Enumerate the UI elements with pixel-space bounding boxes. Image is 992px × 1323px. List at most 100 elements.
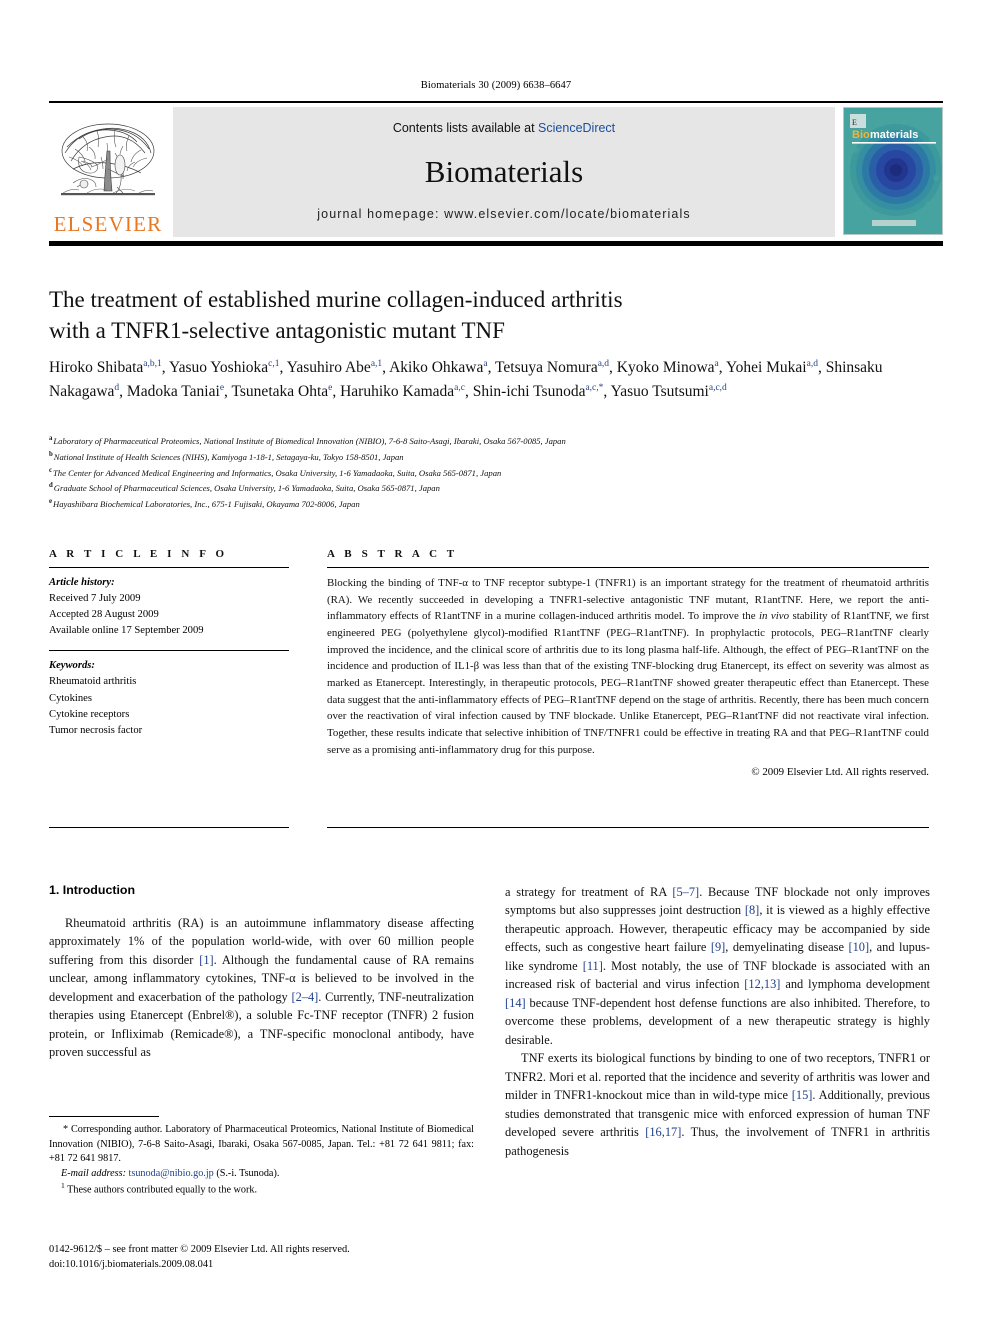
abstract-copyright: © 2009 Elsevier Ltd. All rights reserved…	[751, 766, 929, 779]
history-received: Received 7 July 2009	[49, 593, 141, 605]
citation-link[interactable]: [8]	[745, 903, 759, 917]
masthead-bottom-rule	[49, 241, 943, 246]
footnote-marker: 1	[61, 1181, 65, 1191]
title-line-1: The treatment of established murine coll…	[49, 287, 623, 312]
abstract-italic-term: in vivo	[758, 610, 790, 623]
author-name: Tetsuya Nomura	[495, 359, 598, 376]
equal-contribution-text: These authors contributed equally to the…	[67, 1184, 258, 1196]
journal-homepage-line[interactable]: journal homepage: www.elsevier.com/locat…	[317, 207, 690, 221]
affiliation-marker: d	[49, 482, 53, 490]
affiliation-text: Graduate School of Pharmaceutical Scienc…	[53, 483, 440, 494]
author-name: Yohei Mukai	[725, 359, 807, 376]
email-label: E-mail address:	[61, 1167, 126, 1179]
info-bottom-rule	[49, 827, 289, 828]
affiliation-marker: c	[49, 466, 53, 474]
article-info-block: A R T I C L E I N F O Article history: R…	[49, 548, 289, 739]
equal-contribution-note: 1 These authors contributed equally to t…	[49, 1181, 474, 1198]
abstract-block: A B S T R A C T Blocking the binding of …	[327, 548, 929, 778]
author-affiliation-marker: a,d	[597, 358, 610, 369]
author-affiliation-marker: a	[483, 358, 488, 369]
author-affiliation-marker: a,1	[370, 358, 383, 369]
keyword-item: Rheumatoid arthritis	[49, 676, 137, 688]
author-name: Haruhiko Kamada	[340, 382, 455, 400]
contents-prefix: Contents lists available at	[392, 121, 539, 135]
contents-available-line: Contents lists available at ScienceDirec…	[393, 121, 615, 135]
intro-paragraph-right-2: TNF exerts its biological functions by b…	[505, 1051, 931, 1158]
body-column-left: 1. Introduction Rheumatoid arthritis (RA…	[49, 883, 474, 1062]
masthead-center-panel: Contents lists available at ScienceDirec…	[173, 107, 835, 237]
affiliation-marker: b	[49, 450, 53, 458]
citation-link[interactable]: [12,13]	[744, 977, 780, 991]
keyword-item: Cytokine receptors	[49, 708, 130, 720]
author-affiliation-marker: a,c	[454, 382, 465, 393]
body-column-right: a strategy for treatment of RA [5–7]. Be…	[505, 883, 930, 1160]
abstract-heading: A B S T R A C T	[327, 548, 458, 560]
author-name: Kyoko Minowa	[616, 359, 715, 376]
author-affiliation-marker: a,d	[806, 358, 818, 369]
doi-line[interactable]: doi:10.1016/j.biomaterials.2009.08.041	[49, 1258, 509, 1273]
author-name: Hiroko Shibata	[49, 359, 144, 376]
citation-link[interactable]: [14]	[505, 996, 526, 1010]
author-affiliation-marker: a,c,*	[585, 382, 604, 393]
page-title: The treatment of established murine coll…	[49, 285, 909, 346]
email-owner: (S.-i. Tsunoda).	[216, 1167, 280, 1179]
svg-text:E: E	[852, 118, 857, 127]
affiliation-marker: e	[49, 498, 53, 506]
affiliation-list: aLaboratory of Pharmaceutical Proteomics…	[49, 433, 929, 512]
author-name: Yasuhiro Abe	[286, 359, 371, 376]
affiliation-item: eHayashibara Biochemical Laboratories, I…	[49, 496, 929, 512]
title-line-2: with a TNFR1-selective antagonistic muta…	[49, 317, 505, 343]
affiliation-text: Laboratory of Pharmaceutical Proteomics,…	[53, 435, 566, 446]
author-affiliation-marker: e	[328, 382, 333, 393]
intro-paragraph-left: Rheumatoid arthritis (RA) is an autoimmu…	[49, 916, 474, 1060]
elsevier-logo: ELSEVIER	[49, 107, 167, 237]
affiliation-text: National Institute of Health Sciences (N…	[53, 451, 404, 462]
citation-link[interactable]: [9]	[711, 940, 725, 954]
citation-link[interactable]: [15]	[792, 1088, 813, 1102]
affiliation-item: dGraduate School of Pharmaceutical Scien…	[49, 480, 929, 496]
article-info-heading: A R T I C L E I N F O	[49, 548, 228, 560]
citation-link[interactable]: [5–7]	[672, 885, 699, 899]
keyword-item: Cytokines	[49, 692, 92, 704]
author-affiliation-marker: e	[219, 382, 225, 393]
affiliation-item: cThe Center for Advanced Medical Enginee…	[49, 465, 929, 481]
section-heading-introduction: 1. Introduction	[49, 883, 136, 897]
journal-cover-thumbnail: E Bio materials	[843, 107, 943, 235]
issn-front-matter: 0142-9612/$ – see front matter © 2009 El…	[49, 1244, 350, 1255]
author-affiliation-marker: a	[714, 358, 719, 369]
running-head: Biomaterials 30 (2009) 6638–6647	[420, 80, 572, 91]
author-name: Madoka Taniai	[126, 382, 220, 400]
author-name: Tsunetaka Ohta	[231, 382, 329, 400]
affiliation-marker: a	[49, 435, 53, 442]
svg-text:materials: materials	[870, 129, 918, 141]
author-name: Akiko Ohkawa	[389, 359, 484, 376]
imprint-block: 0142-9612/$ – see front matter © 2009 El…	[49, 1243, 509, 1273]
keyword-item: Tumor necrosis factor	[49, 724, 143, 736]
author-affiliation-marker: a,b,1	[143, 358, 162, 369]
affiliation-item: bNational Institute of Health Sciences (…	[49, 449, 929, 465]
author-list: Hiroko Shibataa,b,1, Yasuo Yoshiokac,1, …	[49, 358, 883, 400]
citation-link[interactable]: [16,17]	[645, 1125, 681, 1139]
citation-link[interactable]: [2–4]	[291, 990, 318, 1004]
sciencedirect-link[interactable]: ScienceDirect	[538, 121, 615, 135]
email-note: E-mail address: tsunoda@nibio.go.jp (S.-…	[49, 1167, 474, 1182]
journal-title: Biomaterials	[424, 153, 584, 189]
intro-paragraph-right-1: a strategy for treatment of RA [5–7]. Be…	[505, 885, 930, 1047]
author-affiliation-marker: d	[114, 382, 120, 393]
footnote-rule	[49, 1116, 159, 1117]
citation-link[interactable]: [10]	[848, 940, 869, 954]
affiliation-text: Hayashibara Biochemical Laboratories, In…	[53, 498, 360, 509]
email-address-link[interactable]: tsunoda@nibio.go.jp	[129, 1168, 214, 1179]
history-available-online: Available online 17 September 2009	[49, 625, 204, 637]
author-name: Yasuo Tsutsumi	[610, 382, 709, 400]
author-affiliation-marker: c,1	[268, 358, 280, 369]
citation-link[interactable]: [1]	[199, 953, 213, 967]
affiliation-item: aLaboratory of Pharmaceutical Proteomics…	[49, 433, 929, 449]
citation-link[interactable]: [11]	[583, 959, 603, 973]
svg-text:Bio: Bio	[852, 129, 870, 141]
journal-masthead: ELSEVIER Contents lists available at Sci…	[49, 101, 943, 246]
elsevier-wordmark: ELSEVIER	[53, 212, 163, 236]
elsevier-tree-icon	[53, 117, 163, 213]
history-accepted: Accepted 28 August 2009	[49, 609, 159, 621]
